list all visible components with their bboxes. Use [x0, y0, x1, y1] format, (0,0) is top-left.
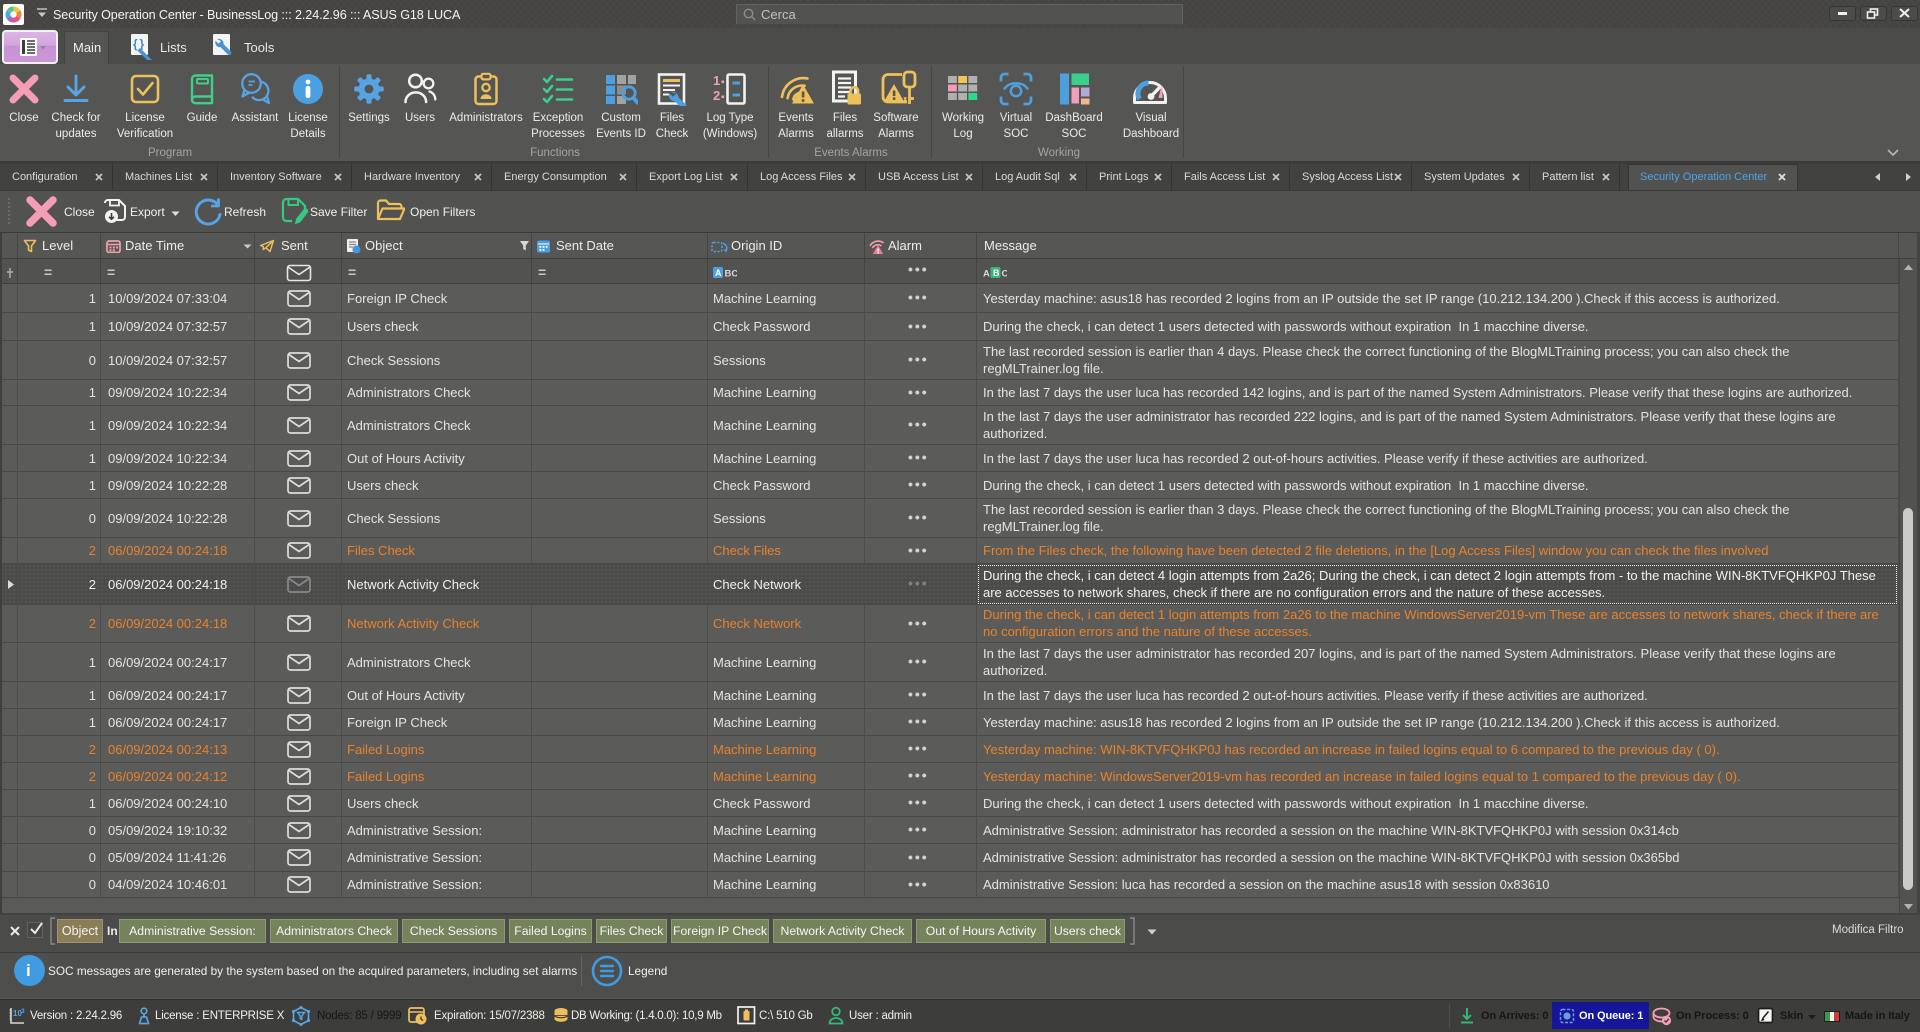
- svg-text:A: A: [715, 268, 722, 278]
- svg-text:1: 1: [713, 73, 720, 88]
- svg-text:2: 2: [713, 88, 720, 103]
- svg-text:A: A: [983, 269, 990, 280]
- svg-text:C: C: [1002, 269, 1008, 280]
- svg-text:B: B: [993, 268, 1000, 278]
- svg-text:{: {: [133, 37, 138, 51]
- svg-text:BC: BC: [725, 269, 738, 280]
- svg-text:3: 3: [21, 1008, 25, 1015]
